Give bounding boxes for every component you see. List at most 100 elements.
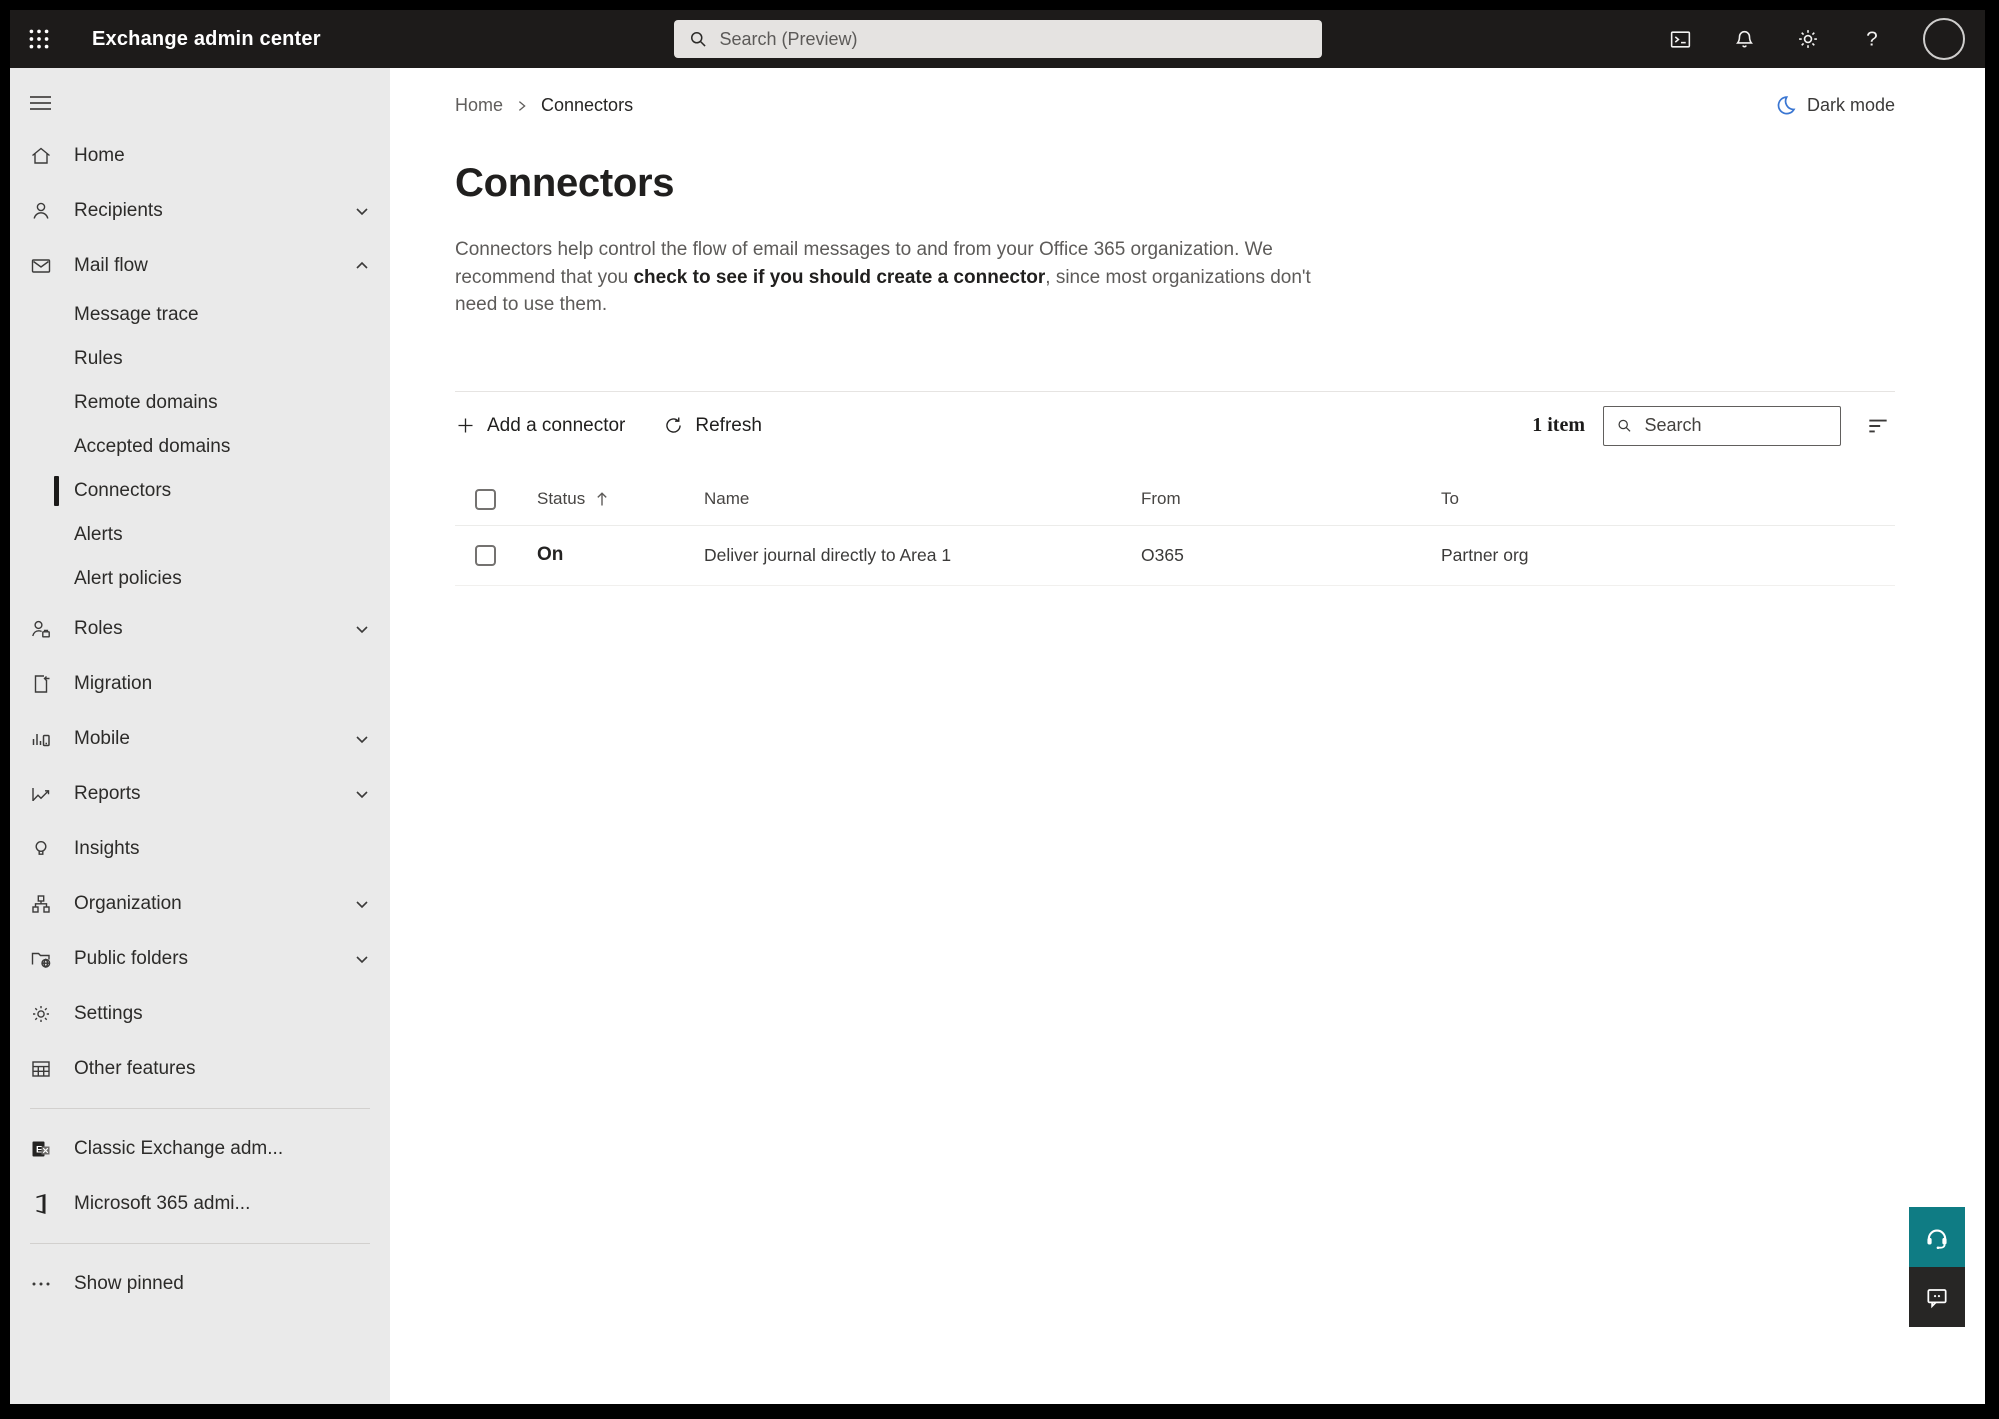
row-checkbox[interactable] (475, 544, 496, 566)
svg-text:?: ? (1866, 28, 1877, 51)
sidebar-item-public-folders[interactable]: Public folders (10, 931, 390, 986)
item-count: 1 item (1532, 414, 1585, 436)
column-header-name[interactable]: Name (704, 489, 1141, 509)
column-header-status[interactable]: Status (537, 489, 585, 509)
sidebar-item-recipients[interactable]: Recipients (10, 183, 390, 238)
sidebar-item-other-features[interactable]: Other features (10, 1041, 390, 1096)
floating-action-buttons (1909, 1207, 1965, 1327)
feedback-chat-icon (1927, 1289, 1947, 1309)
notifications-button[interactable] (1731, 26, 1757, 52)
feedback-button[interactable] (1909, 1267, 1965, 1327)
page-description: Connectors help control the flow of emai… (455, 236, 1317, 319)
collapse-nav-button[interactable] (10, 80, 68, 126)
sidebar-item-alert-policies[interactable]: Alert policies (10, 557, 390, 601)
svg-text:E: E (36, 1144, 42, 1155)
refresh-icon (666, 417, 682, 433)
chevron-down-icon (354, 786, 370, 802)
chevron-right-icon (515, 99, 529, 113)
create-connector-check-link[interactable]: check to see if you should create a conn… (633, 267, 1045, 288)
ellipsis-icon (28, 1272, 54, 1296)
list-search-box[interactable] (1603, 405, 1841, 446)
refresh-button[interactable]: Refresh (663, 415, 762, 437)
gear-icon (1799, 30, 1817, 48)
sort-ascending-icon[interactable] (595, 491, 609, 507)
cloud-shell-button[interactable] (1667, 26, 1693, 52)
column-header-from[interactable]: From (1141, 489, 1441, 509)
filter-button[interactable] (1861, 409, 1895, 443)
list-search-input[interactable] (1644, 415, 1828, 436)
app-launcher-button[interactable] (10, 10, 68, 68)
main-content: Home Connectors Dark mode Connectors Con… (390, 68, 1985, 1404)
sidebar-item-show-pinned[interactable]: Show pinned (10, 1256, 390, 1311)
chevron-down-icon (354, 203, 370, 219)
select-all-checkbox[interactable] (475, 488, 496, 510)
line-chart-icon (28, 782, 54, 806)
dark-mode-toggle[interactable]: Dark mode (1774, 94, 1895, 117)
chevron-down-icon (354, 621, 370, 637)
question-mark-icon: ? (1866, 28, 1877, 51)
headset-icon (1927, 1229, 1947, 1250)
gear-icon (28, 1002, 54, 1026)
sidebar-item-remote-domains[interactable]: Remote domains (10, 381, 390, 425)
sidebar-item-label: Organization (74, 892, 182, 914)
search-icon (690, 32, 706, 47)
org-chart-icon (28, 892, 54, 916)
sidebar-item-migration[interactable]: Migration (10, 656, 390, 711)
help-button[interactable]: ? (1859, 26, 1885, 52)
table-header-row: Status Name From To (455, 474, 1895, 526)
connector-name[interactable]: Deliver journal directly to Area 1 (704, 545, 1141, 566)
sidebar-item-microsoft-365-admin[interactable]: Microsoft 365 admi... (10, 1176, 390, 1231)
sidebar-item-label: Public folders (74, 947, 189, 969)
sidebar-item-roles[interactable]: Roles (10, 601, 390, 656)
sidebar-item-rules[interactable]: Rules (10, 337, 390, 381)
sidebar-item-alerts[interactable]: Alerts (10, 513, 390, 557)
sidebar-divider (30, 1243, 370, 1244)
global-search-input[interactable] (719, 28, 1308, 50)
chevron-up-icon (354, 258, 370, 274)
sidebar-item-label: Rules (74, 348, 123, 369)
sidebar-item-settings[interactable]: Settings (10, 986, 390, 1041)
sidebar-item-classic-exchange-admin[interactable]: E Classic Exchange adm... (10, 1121, 390, 1176)
sidebar-item-reports[interactable]: Reports (10, 766, 390, 821)
filter-icon (1869, 419, 1887, 432)
sidebar-item-message-trace[interactable]: Message trace (10, 293, 390, 337)
terminal-icon (1670, 30, 1690, 48)
breadcrumb-current: Connectors (541, 95, 634, 115)
sidebar-item-label: Other features (74, 1057, 196, 1079)
exchange-admin-center-window: Exchange admin center Search (Preview) ?… (10, 10, 1985, 1404)
sidebar-item-home[interactable]: Home (10, 128, 390, 183)
sidebar-item-mail-flow[interactable]: Mail flow (10, 238, 390, 293)
left-navigation: Home Recipients Mail flow Message trace … (10, 68, 390, 1404)
column-header-to[interactable]: To (1441, 489, 1895, 509)
sidebar-item-insights[interactable]: Insights (10, 821, 390, 876)
moon-icon (1777, 96, 1796, 115)
sidebar-item-label: Alerts (74, 524, 123, 545)
global-search-box[interactable] (673, 20, 1322, 58)
account-avatar[interactable] (1923, 18, 1965, 60)
sidebar-item-label: Roles (74, 617, 123, 639)
hamburger-icon (30, 96, 51, 110)
table-row[interactable]: On Deliver journal directly to Area 1 O3… (455, 526, 1895, 586)
sidebar-item-label: Connectors (74, 480, 172, 501)
search-icon (1618, 419, 1631, 432)
breadcrumb-home-link[interactable]: Home (455, 95, 503, 116)
settings-button[interactable] (1795, 26, 1821, 52)
connector-to: Partner org (1441, 544, 1529, 565)
list-toolbar: Add a connector Refresh 1 item (455, 392, 1895, 460)
support-button[interactable] (1909, 1207, 1965, 1267)
bell-icon (1735, 30, 1753, 47)
mobile-devices-icon (28, 727, 54, 751)
sidebar-item-accepted-domains[interactable]: Accepted domains (10, 425, 390, 469)
sidebar-item-mobile[interactable]: Mobile (10, 711, 390, 766)
sidebar-item-label: Recipients (74, 199, 163, 221)
connector-status: On (537, 544, 564, 565)
sidebar-item-organization[interactable]: Organization (10, 876, 390, 931)
classic-exchange-logo-icon: E (28, 1137, 54, 1161)
sidebar-item-connectors[interactable]: Connectors (10, 469, 390, 513)
sidebar-item-label: Accepted domains (74, 436, 231, 457)
sidebar-item-label: Microsoft 365 admi... (74, 1192, 251, 1214)
microsoft-365-logo-icon (28, 1192, 54, 1216)
add-connector-button[interactable]: Add a connector (455, 415, 625, 437)
sidebar-divider (30, 1108, 370, 1109)
app-title: Exchange admin center (92, 27, 321, 50)
